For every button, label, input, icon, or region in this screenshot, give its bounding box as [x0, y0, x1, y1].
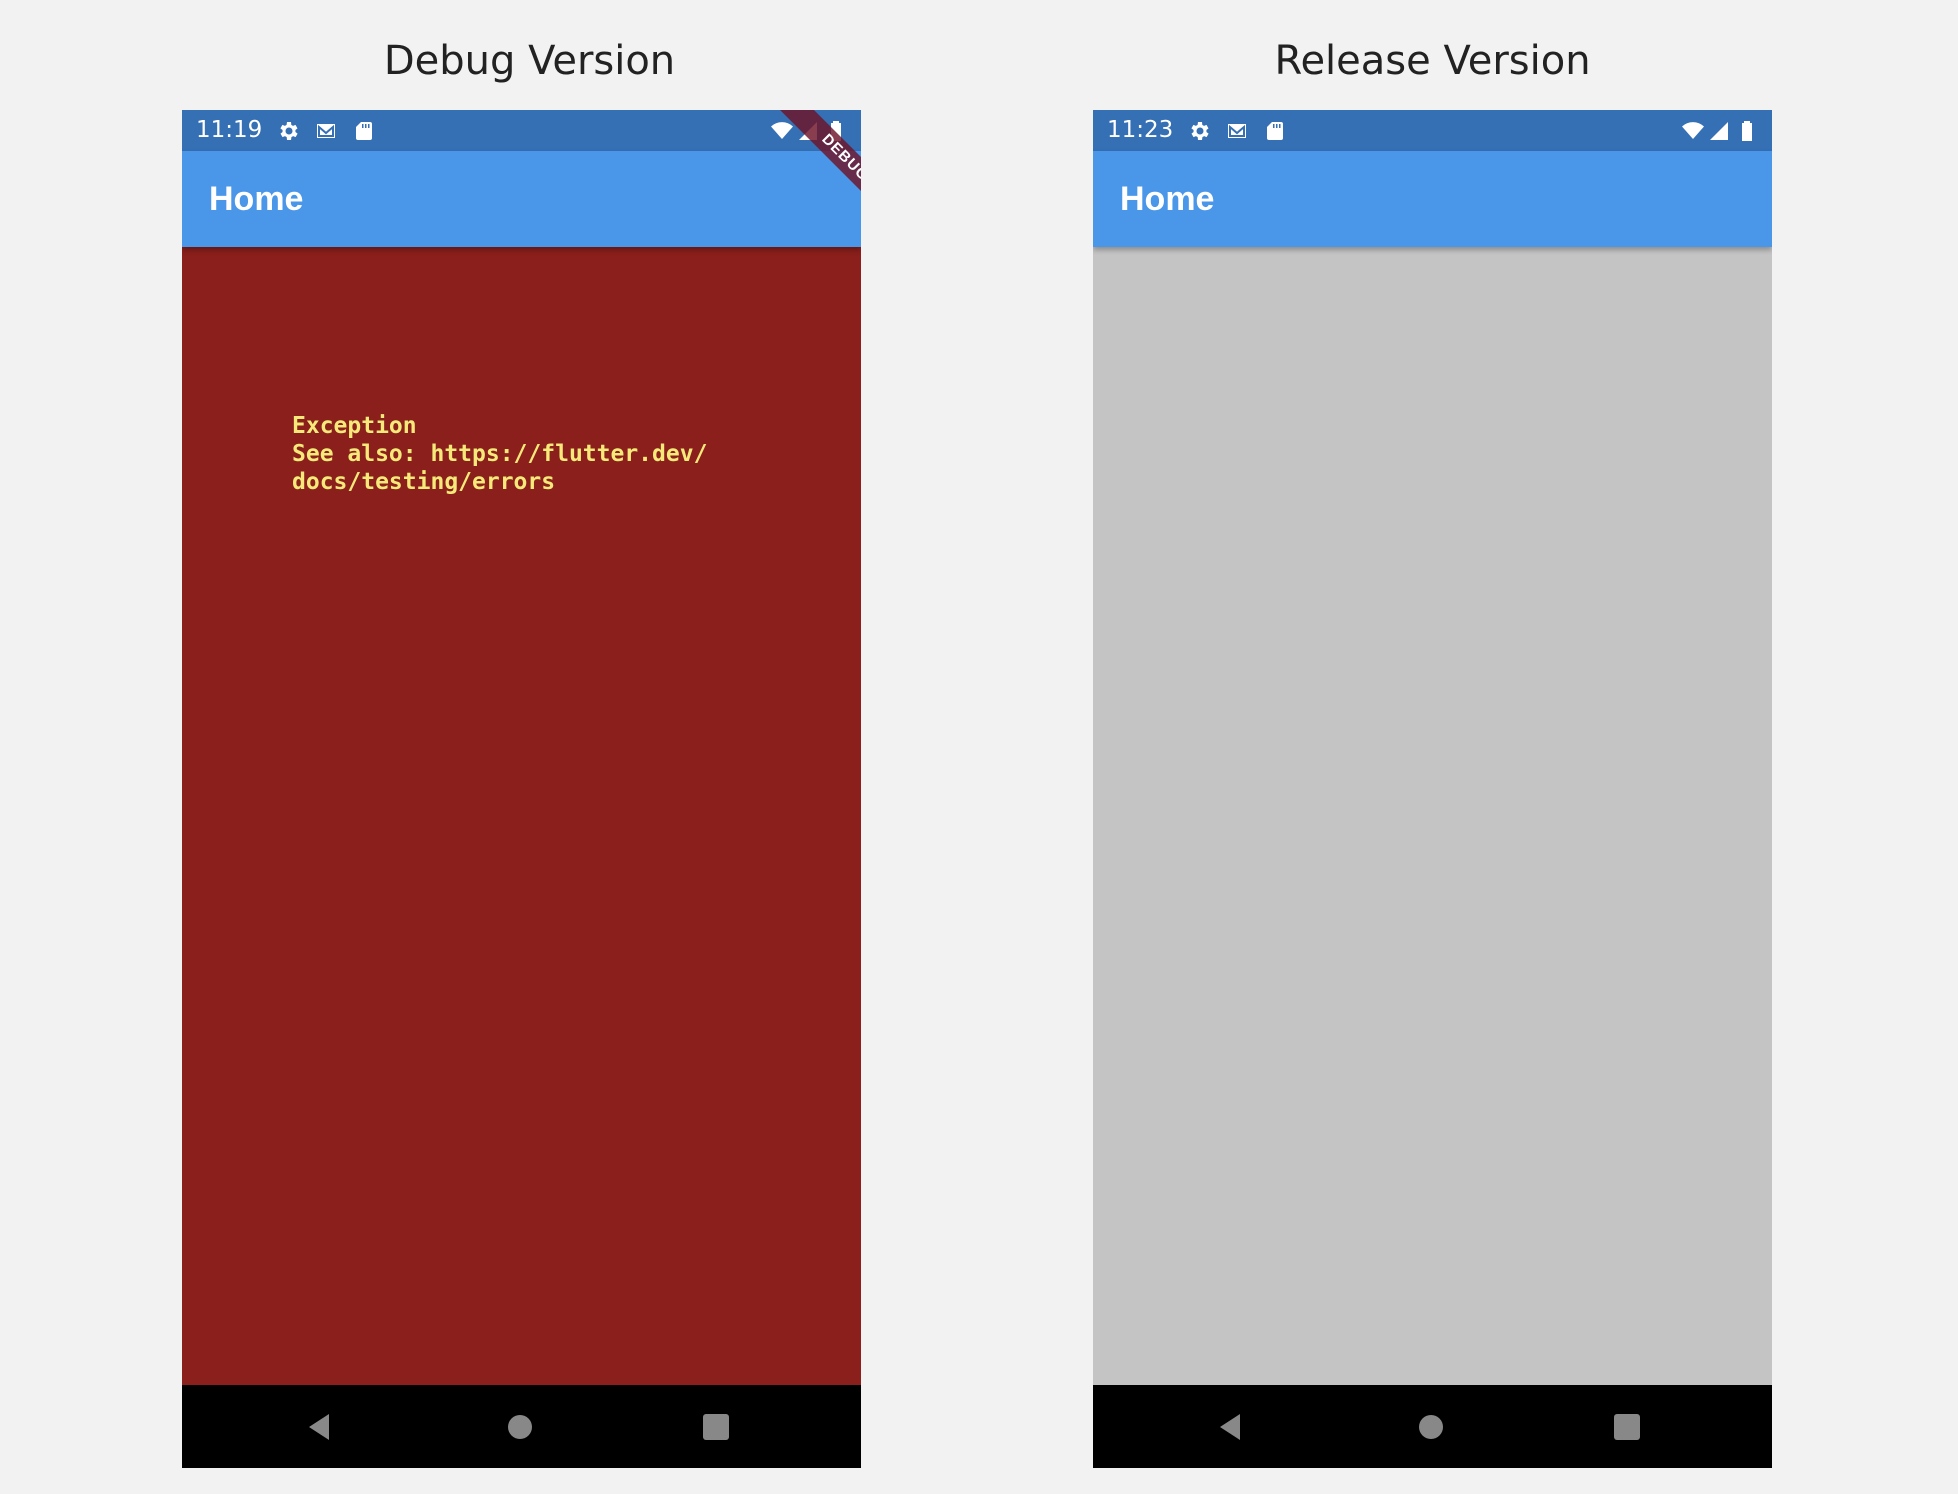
status-time: 11:19 [196, 117, 263, 143]
debug-banner: DEBUG [741, 110, 861, 230]
sd-card-icon [1263, 119, 1287, 143]
navigation-bar [1093, 1385, 1772, 1468]
gear-icon [1187, 119, 1211, 143]
release-caption: Release Version [1274, 38, 1591, 84]
mail-icon [314, 119, 338, 143]
recents-icon[interactable] [700, 1411, 732, 1443]
debug-caption: Debug Version [383, 38, 676, 84]
home-icon[interactable] [1415, 1411, 1447, 1443]
app-title: Home [209, 180, 304, 218]
status-time: 11:23 [1107, 117, 1174, 143]
home-icon[interactable] [504, 1411, 536, 1443]
blank-error-screen [1093, 247, 1772, 1385]
wifi-icon [1681, 119, 1705, 143]
navigation-bar [182, 1385, 861, 1468]
gear-icon [276, 119, 300, 143]
back-icon[interactable] [1216, 1411, 1248, 1443]
error-message: Exception See also: https://flutter.dev/… [292, 413, 708, 495]
error-screen: Exception See also: https://flutter.dev/… [182, 247, 861, 1385]
back-icon[interactable] [305, 1411, 337, 1443]
app-title: Home [1120, 180, 1215, 218]
signal-icon [1707, 119, 1731, 143]
recents-icon[interactable] [1611, 1411, 1643, 1443]
debug-phone-screen: 11:19 Home Exception See also: https://f… [182, 110, 861, 1468]
release-phone-screen: 11:23 Home [1093, 110, 1772, 1468]
app-bar: Home [1093, 151, 1772, 247]
sd-card-icon [352, 119, 376, 143]
battery-icon [1735, 119, 1759, 143]
mail-icon [1225, 119, 1249, 143]
debug-banner-label: DEBUG [772, 110, 861, 230]
status-bar: 11:23 [1093, 110, 1772, 151]
